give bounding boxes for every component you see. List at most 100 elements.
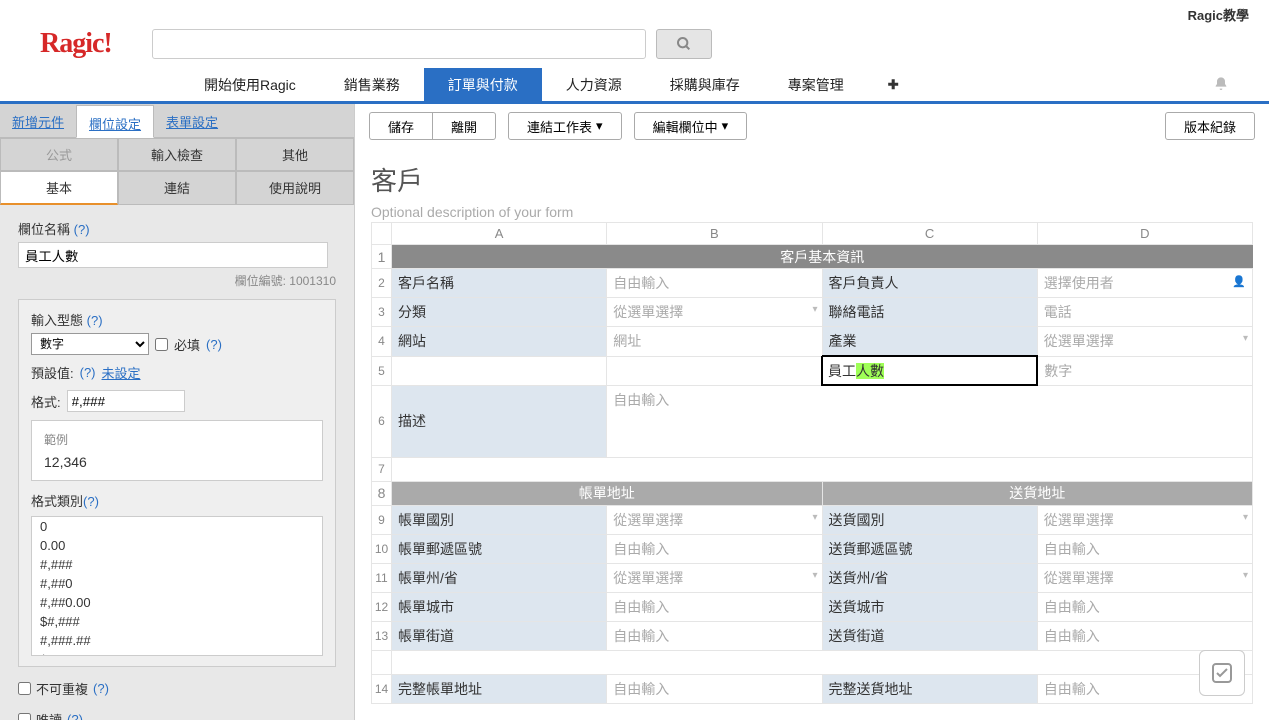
section-header[interactable]: 客戶基本資訊: [392, 245, 1253, 269]
empty-cell[interactable]: [392, 356, 607, 385]
field-label-cell[interactable]: 完整送貨地址: [822, 674, 1037, 703]
field-value-cell[interactable]: 從選單選擇▾: [607, 298, 822, 327]
side-tab-formula[interactable]: 公式: [0, 138, 118, 171]
notifications-icon[interactable]: [1213, 76, 1229, 92]
field-value-cell[interactable]: 自由輸入: [1037, 621, 1252, 650]
field-label-cell[interactable]: 客戶名稱: [392, 269, 607, 298]
col-header-a[interactable]: A: [392, 223, 607, 245]
save-button[interactable]: 儲存: [369, 112, 432, 140]
col-header-c[interactable]: C: [822, 223, 1037, 245]
field-value-cell[interactable]: 自由輸入: [607, 534, 822, 563]
side-tab-help[interactable]: 使用說明: [236, 171, 354, 205]
field-value-cell[interactable]: 自由輸入: [607, 674, 822, 703]
list-item[interactable]: $#,###.##: [32, 650, 322, 656]
editing-dropdown[interactable]: 編輯欄位中 ▾: [634, 112, 748, 140]
field-value-cell[interactable]: 自由輸入: [607, 592, 822, 621]
list-item[interactable]: 0.00: [32, 536, 322, 555]
field-value-cell[interactable]: 自由輸入: [1037, 592, 1252, 621]
field-name-input[interactable]: [18, 242, 328, 268]
editing-cell[interactable]: 員工人數: [822, 356, 1037, 385]
no-repeat-checkbox[interactable]: [18, 682, 31, 695]
user-label[interactable]: Ragic教學: [1188, 5, 1249, 24]
field-label-cell[interactable]: 網站: [392, 327, 607, 357]
nav-item-0[interactable]: 開始使用Ragic: [180, 68, 320, 101]
exit-button[interactable]: 離開: [432, 112, 496, 140]
field-label-cell[interactable]: 送貨郵遞區號: [822, 534, 1037, 563]
field-value-cell[interactable]: 自由輸入: [607, 621, 822, 650]
side-tab-basic[interactable]: 基本: [0, 171, 118, 205]
side-tab-link[interactable]: 連結: [118, 171, 236, 205]
search-input[interactable]: [152, 29, 646, 59]
help-icon[interactable]: (?): [87, 313, 103, 328]
nav-item-3[interactable]: 人力資源: [542, 68, 646, 101]
section-header[interactable]: 送貨地址: [822, 481, 1253, 505]
empty-cell[interactable]: [607, 356, 822, 385]
format-list[interactable]: 0 0.00 #,### #,##0 #,##0.00 $#,### #,###…: [31, 516, 323, 656]
list-item[interactable]: #,##0.00: [32, 593, 322, 612]
col-header-b[interactable]: B: [607, 223, 822, 245]
help-icon[interactable]: (?): [206, 337, 222, 352]
side-tab-other[interactable]: 其他: [236, 138, 354, 171]
search-button[interactable]: [656, 29, 712, 59]
field-label-cell[interactable]: 客戶負責人: [822, 269, 1037, 298]
field-label-cell[interactable]: 描述: [392, 385, 607, 457]
nav-item-4[interactable]: 採購與庫存: [646, 68, 764, 101]
readonly-checkbox[interactable]: [18, 713, 31, 720]
field-label-cell[interactable]: 帳單街道: [392, 621, 607, 650]
field-label-cell[interactable]: 送貨國別: [822, 505, 1037, 534]
field-label-cell[interactable]: 完整帳單地址: [392, 674, 607, 703]
form-description[interactable]: Optional description of your form: [371, 204, 1253, 220]
check-fab-button[interactable]: [1199, 650, 1245, 696]
side-tab-input-check[interactable]: 輸入檢查: [118, 138, 236, 171]
nav-item-5[interactable]: 專案管理: [764, 68, 868, 101]
field-value-cell[interactable]: 自由輸入: [1037, 534, 1252, 563]
field-value-cell[interactable]: 自由輸入: [607, 269, 822, 298]
field-value-cell[interactable]: 電話: [1037, 298, 1252, 327]
help-icon[interactable]: (?): [93, 681, 109, 696]
side-tab-form-settings[interactable]: 表單設定: [154, 104, 230, 137]
nav-item-1[interactable]: 銷售業務: [320, 68, 424, 101]
link-sheet-button[interactable]: 連結工作表 ▾: [508, 112, 622, 140]
col-header-d[interactable]: D: [1037, 223, 1252, 245]
field-label-cell[interactable]: 帳單國別: [392, 505, 607, 534]
list-item[interactable]: #,##0: [32, 574, 322, 593]
required-checkbox[interactable]: [155, 338, 168, 351]
field-value-cell[interactable]: 從選單選擇▾: [1037, 327, 1252, 357]
field-label-cell[interactable]: 產業: [822, 327, 1037, 357]
field-label-cell[interactable]: 帳單州/省: [392, 563, 607, 592]
empty-cell[interactable]: [392, 650, 1253, 674]
help-icon[interactable]: (?): [83, 494, 99, 509]
side-tab-add-element[interactable]: 新增元件: [0, 104, 76, 137]
list-item[interactable]: 0: [32, 517, 322, 536]
field-label-cell[interactable]: 帳單郵遞區號: [392, 534, 607, 563]
list-item[interactable]: #,###.##: [32, 631, 322, 650]
field-label-cell[interactable]: 分類: [392, 298, 607, 327]
help-icon[interactable]: (?): [67, 712, 83, 720]
field-value-cell[interactable]: 自由輸入: [607, 385, 1253, 457]
field-value-cell[interactable]: 從選單選擇▾: [1037, 505, 1252, 534]
list-item[interactable]: $#,###: [32, 612, 322, 631]
format-input[interactable]: [67, 390, 185, 412]
field-label-cell[interactable]: 送貨州/省: [822, 563, 1037, 592]
version-button[interactable]: 版本紀錄: [1165, 112, 1255, 140]
section-header[interactable]: 帳單地址: [392, 481, 823, 505]
field-value-cell[interactable]: 網址: [607, 327, 822, 357]
help-icon[interactable]: (?): [80, 365, 96, 380]
help-icon[interactable]: (?): [74, 222, 90, 237]
field-value-cell[interactable]: 從選單選擇▾: [607, 563, 822, 592]
field-label-cell[interactable]: 送貨城市: [822, 592, 1037, 621]
field-value-cell[interactable]: 選擇使用者👤: [1037, 269, 1252, 298]
list-item[interactable]: #,###: [32, 555, 322, 574]
side-tab-field-settings[interactable]: 欄位設定: [76, 105, 154, 138]
input-type-select[interactable]: 數字: [31, 333, 149, 355]
field-label-cell[interactable]: 聯絡電話: [822, 298, 1037, 327]
field-value-cell[interactable]: 數字: [1037, 356, 1252, 385]
field-value-cell[interactable]: 從選單選擇▾: [607, 505, 822, 534]
field-value-cell[interactable]: 從選單選擇▾: [1037, 563, 1252, 592]
field-label-cell[interactable]: 帳單城市: [392, 592, 607, 621]
empty-cell[interactable]: [392, 457, 1253, 481]
nav-item-2[interactable]: 訂單與付款: [424, 68, 542, 101]
nav-add-button[interactable]: ✚: [868, 68, 919, 101]
field-label-cell[interactable]: 送貨街道: [822, 621, 1037, 650]
default-link[interactable]: 未設定: [102, 363, 141, 382]
